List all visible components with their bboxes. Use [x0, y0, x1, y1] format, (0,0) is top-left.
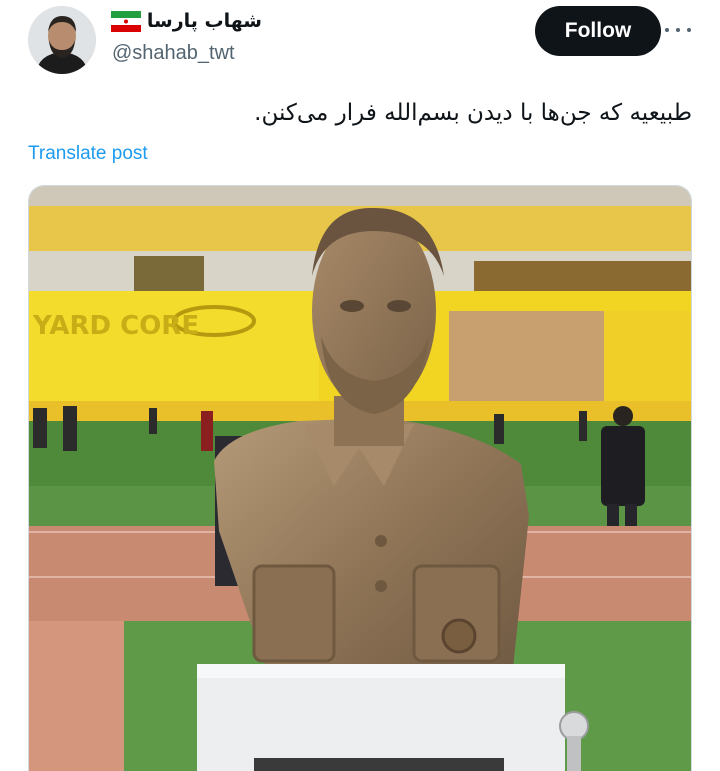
iran-flag-icon	[110, 10, 141, 32]
tweet-media-photo[interactable]: YARD CORE	[28, 185, 692, 771]
more-options-icon[interactable]	[665, 20, 691, 40]
tweet-text: طبیعیه که جن‌ها با دیدن بسم‌الله فرار می…	[254, 100, 692, 126]
author-display-name[interactable]: شهاب پارسا	[110, 10, 262, 32]
bust-statue-photo: YARD CORE	[29, 186, 691, 771]
translate-post-link[interactable]: Translate post	[28, 143, 148, 165]
stadium-banner-text: YARD CORE	[32, 311, 199, 341]
avatar-image	[28, 6, 96, 74]
display-name-text: شهاب پارسا	[146, 10, 262, 32]
author-handle[interactable]: @shahab_twt	[112, 42, 235, 65]
author-avatar[interactable]	[28, 6, 96, 74]
follow-button[interactable]: Follow	[535, 6, 661, 56]
